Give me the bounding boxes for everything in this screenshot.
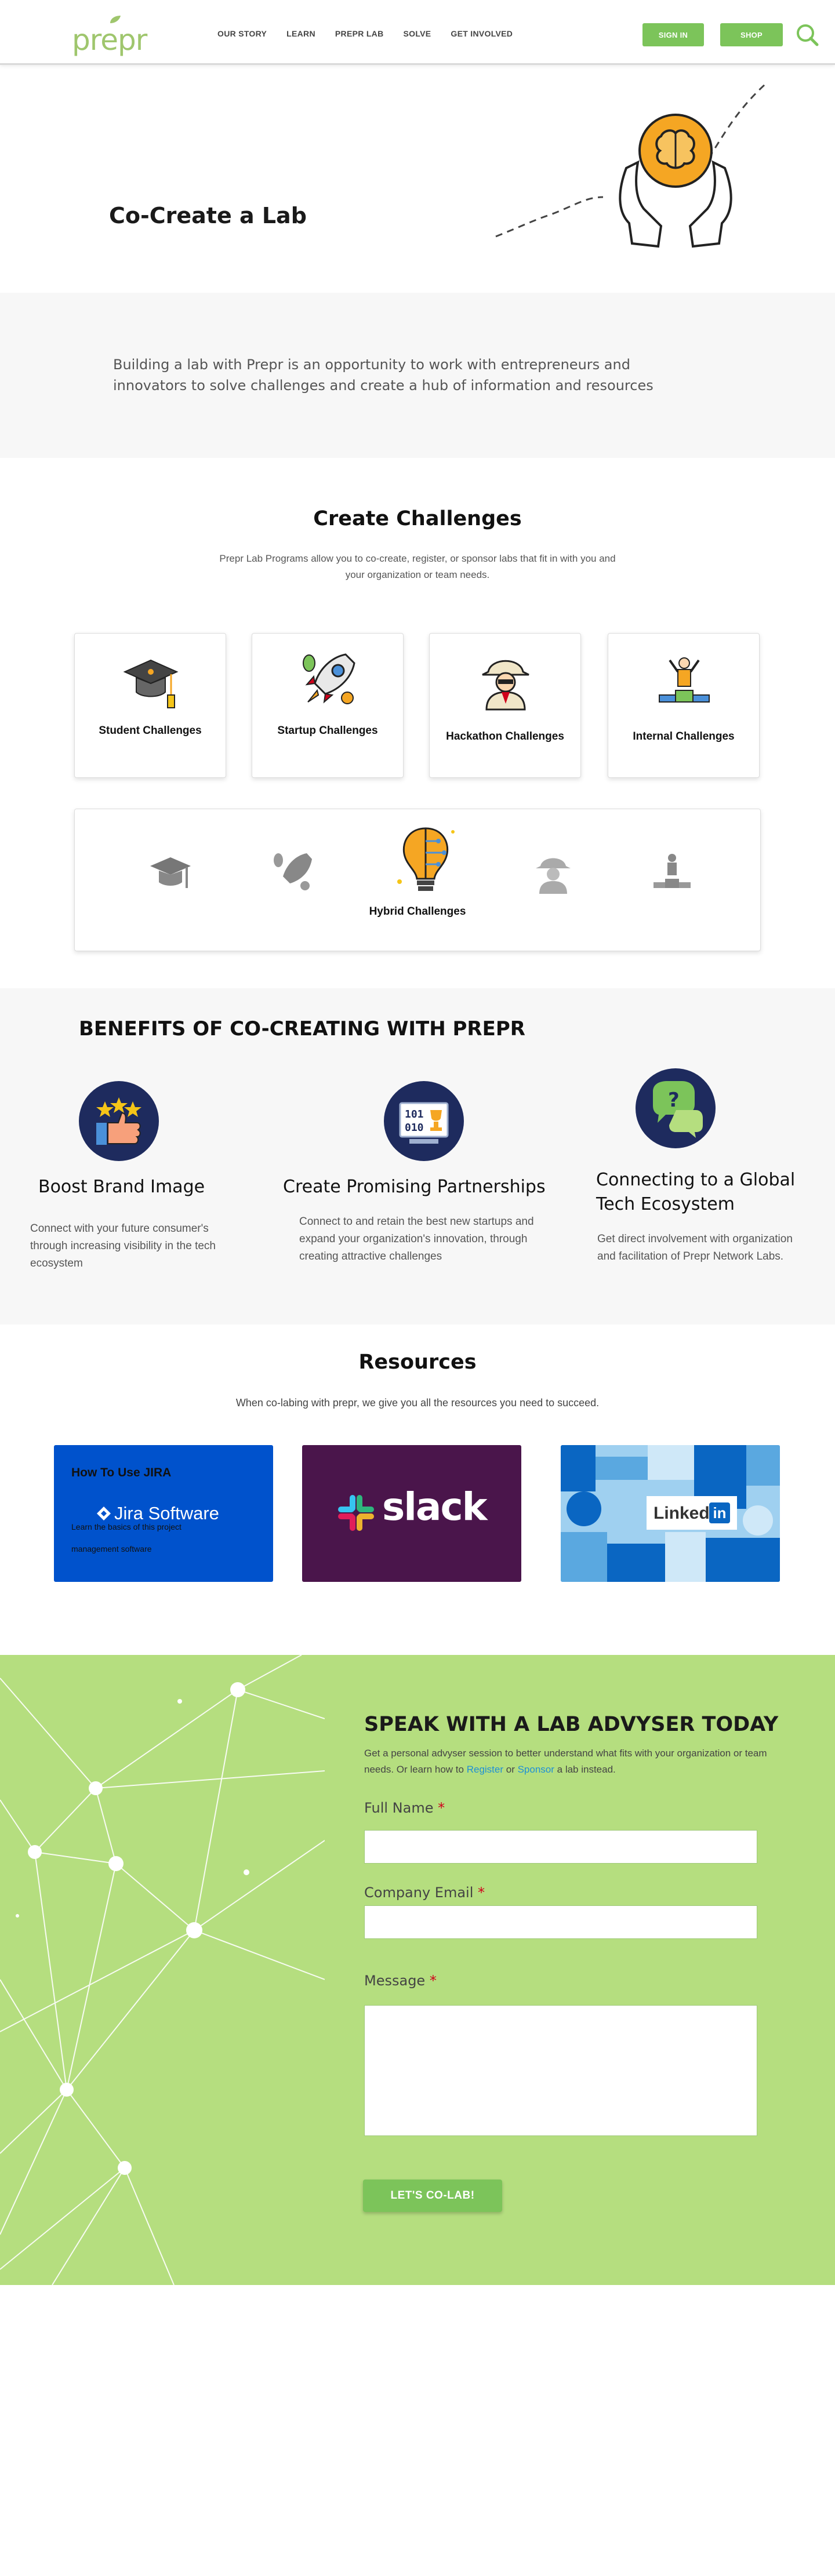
- logo-text: prepr: [72, 23, 147, 57]
- hackathon-challenges-card[interactable]: Hackathon Challenges: [429, 633, 581, 778]
- resources-subtitle: When co-labing with prepr, we give you a…: [235, 1397, 600, 1409]
- card-label: Internal Challenges: [633, 730, 735, 743]
- full-name-label: Full Name *: [364, 1800, 445, 1816]
- nav-learn[interactable]: LEARN: [286, 29, 315, 38]
- thumbs-up-stars-icon: [79, 1081, 159, 1161]
- required-mark: *: [429, 1973, 437, 1989]
- binary-trophy-icon: 101 010: [384, 1081, 464, 1161]
- student-challenges-card[interactable]: Student Challenges: [74, 633, 226, 778]
- benefits-title: BENEFITS OF CO-CREATING WITH PREPR: [79, 1017, 525, 1040]
- search-icon[interactable]: [794, 22, 820, 48]
- message-label: Message *: [364, 1973, 437, 1989]
- site-header: prepr OUR STORY LEARN PREPR LAB SOLVE GE…: [0, 0, 835, 65]
- svg-text:010: 010: [405, 1122, 424, 1134]
- internal-challenges-card[interactable]: Internal Challenges: [608, 633, 760, 778]
- hybrid-challenges-label: Hybrid Challenges: [369, 905, 466, 918]
- linkedin-brand: Linked: [654, 1504, 710, 1523]
- required-mark: *: [438, 1800, 445, 1816]
- linkedin-logo-box: Linked in: [647, 1496, 737, 1530]
- message-field[interactable]: [364, 2005, 757, 2136]
- hybrid-challenges-card[interactable]: Hybrid Challenges: [74, 809, 761, 951]
- benefits-section: BENEFITS OF CO-CREATING WITH PREPR Boost…: [0, 988, 835, 1325]
- company-email-label-text: Company Email: [364, 1884, 474, 1901]
- nav-our-story[interactable]: OUR STORY: [217, 29, 267, 38]
- contact-subtitle: Get a personal advyser session to better…: [364, 1745, 793, 1778]
- chat-question-icon: ?: [636, 1068, 716, 1148]
- intro-text: Building a lab with Prepr is an opportun…: [113, 356, 654, 394]
- jira-card-overlay: Learn the basics of this project managem…: [71, 1522, 181, 1553]
- card-label: Student Challenges: [99, 725, 202, 737]
- sponsor-link[interactable]: Sponsor: [518, 1764, 554, 1775]
- svg-text:?: ?: [668, 1089, 680, 1112]
- benefit-title: Connecting to a Global Tech Ecosystem: [596, 1170, 796, 1214]
- detective-icon: [536, 858, 571, 894]
- prepr-logo[interactable]: prepr: [72, 15, 153, 57]
- company-email-field[interactable]: [364, 1905, 757, 1939]
- network-graphic: [0, 1655, 325, 2285]
- nav-prepr-lab[interactable]: PREPR LAB: [335, 29, 384, 38]
- page-title: Co-Create a Lab: [109, 203, 307, 228]
- startup-challenges-card[interactable]: Startup Challenges: [252, 633, 404, 778]
- benefit-title: Boost Brand Image: [38, 1177, 205, 1197]
- sign-in-button[interactable]: SIGN IN: [642, 23, 704, 46]
- challenges-title: Create Challenges: [313, 507, 522, 530]
- benefit-text: Connect to and retain the best new start…: [299, 1216, 534, 1262]
- slack-logo-icon: [338, 1495, 374, 1531]
- linkedin-in-icon: in: [709, 1502, 730, 1523]
- register-link[interactable]: Register: [467, 1764, 503, 1775]
- card-label: Startup Challenges: [277, 725, 378, 737]
- detective-icon: [482, 660, 529, 711]
- intro-band: Building a lab with Prepr is an opportun…: [0, 293, 835, 458]
- nav-solve[interactable]: SOLVE: [404, 29, 431, 38]
- full-name-label-text: Full Name: [364, 1800, 434, 1816]
- contact-subtitle-suffix: a lab instead.: [554, 1764, 616, 1775]
- lets-co-lab-button[interactable]: LET'S CO-LAB!: [363, 2180, 502, 2212]
- svg-text:101: 101: [405, 1108, 424, 1120]
- company-email-label: Company Email *: [364, 1884, 485, 1901]
- slack-brand: slack: [382, 1485, 487, 1529]
- jira-resource-card[interactable]: How To Use JIRA Jira Software Learn the …: [54, 1445, 273, 1582]
- message-label-text: Message: [364, 1973, 426, 1989]
- podium-icon: [659, 657, 710, 703]
- podium-icon: [654, 854, 691, 888]
- nav-get-involved[interactable]: GET INVOLVED: [451, 29, 513, 38]
- rocket-icon: [303, 653, 355, 704]
- graduation-cap-icon: [150, 857, 191, 888]
- jira-card-heading: How To Use JIRA: [71, 1466, 172, 1479]
- required-mark: *: [478, 1884, 485, 1901]
- graduation-cap-icon: [123, 659, 179, 708]
- shop-button[interactable]: SHOP: [720, 23, 783, 46]
- slack-resource-card[interactable]: slack: [302, 1445, 521, 1582]
- challenges-subtitle: Prepr Lab Programs allow you to co-creat…: [219, 553, 616, 580]
- resources-title: Resources: [358, 1351, 477, 1374]
- brain-in-hands-icon: [495, 83, 767, 248]
- rocket-icon: [274, 853, 312, 890]
- full-name-field[interactable]: [364, 1830, 757, 1864]
- linkedin-resource-card[interactable]: Linked in: [561, 1445, 780, 1582]
- main-nav: OUR STORY LEARN PREPR LAB SOLVE GET INVO…: [217, 29, 532, 38]
- contact-subtitle-or: or: [503, 1764, 518, 1775]
- benefit-text: Get direct involvement with organization…: [597, 1233, 793, 1262]
- contact-title: SPEAK WITH A LAB ADVYSER TODAY: [364, 1713, 779, 1736]
- lightbulb-circuit-icon: [397, 827, 455, 891]
- card-label: Hackathon Challenges: [446, 730, 564, 743]
- benefit-title: Create Promising Partnerships: [283, 1177, 546, 1197]
- benefit-text: Connect with your future consumer's thro…: [30, 1222, 216, 1269]
